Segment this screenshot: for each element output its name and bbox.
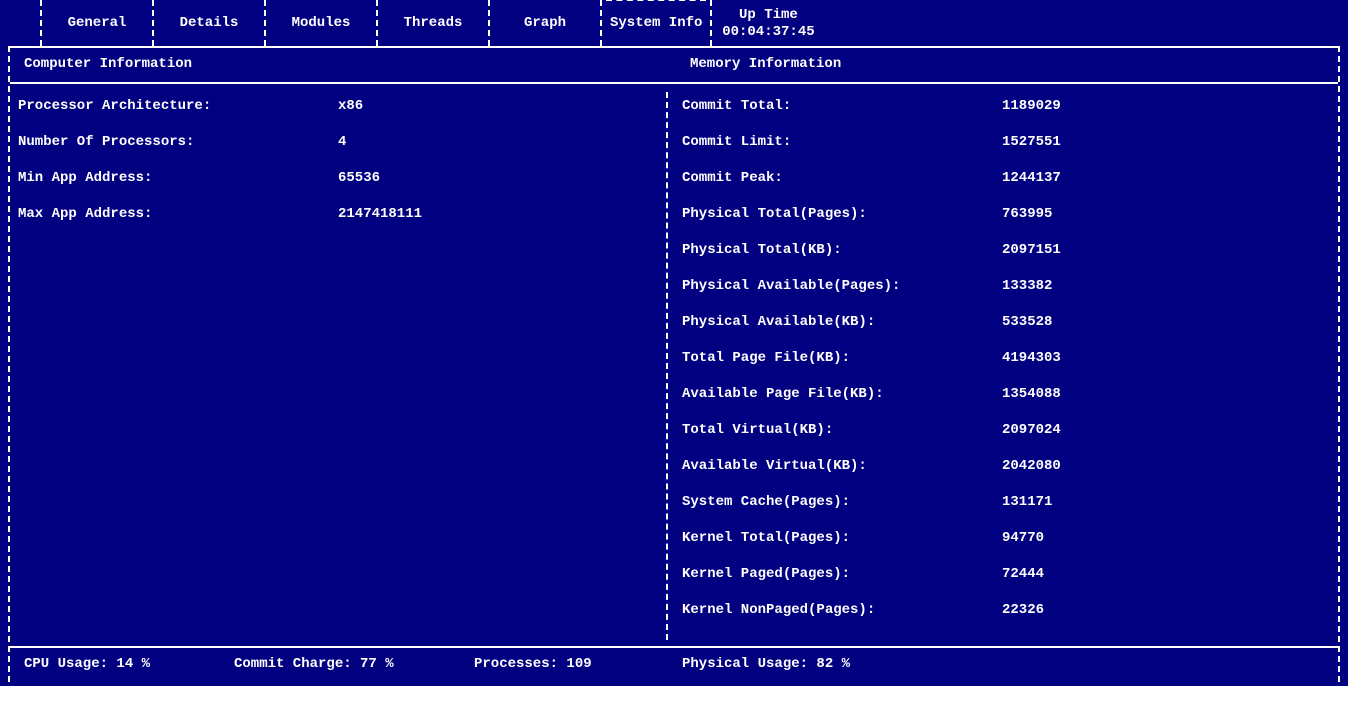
info-row: Commit Total: 1189029: [682, 98, 1322, 134]
info-label: Kernel Paged(Pages):: [682, 566, 1002, 582]
info-value: 2097151: [1002, 242, 1061, 258]
tab-label: Up Time: [739, 6, 798, 24]
status-procs: Processes: 109: [474, 656, 682, 680]
status-cpu: CPU Usage: 14 %: [24, 656, 234, 680]
info-label: Physical Total(Pages):: [682, 206, 1002, 222]
info-label: Kernel NonPaged(Pages):: [682, 602, 1002, 618]
info-value: 2097024: [1002, 422, 1061, 438]
app-window: General Details Modules Threads Graph Sy…: [0, 0, 1348, 686]
info-label: Total Virtual(KB):: [682, 422, 1002, 438]
tab-label: System Info: [610, 14, 702, 32]
info-label: Min App Address:: [18, 170, 338, 186]
status-bar: CPU Usage: 14 % Commit Charge: 77 % Proc…: [24, 656, 1336, 680]
divider: [10, 646, 1338, 648]
info-label: Physical Total(KB):: [682, 242, 1002, 258]
tab-label: General: [68, 14, 127, 32]
info-row: Total Virtual(KB): 2097024: [682, 422, 1322, 458]
info-value: 533528: [1002, 314, 1052, 330]
tab-general[interactable]: General: [40, 0, 152, 46]
info-label: Processor Architecture:: [18, 98, 338, 114]
info-value: 1354088: [1002, 386, 1061, 402]
tab-label: Modules: [292, 14, 351, 32]
info-value: 1189029: [1002, 98, 1061, 114]
info-row: Kernel Paged(Pages): 72444: [682, 566, 1322, 602]
info-value: 2147418111: [338, 206, 422, 222]
tab-graph[interactable]: Graph: [488, 0, 600, 46]
info-row: Min App Address: 65536: [18, 170, 658, 206]
info-label: Available Virtual(KB):: [682, 458, 1002, 474]
section-headers: Computer Information Memory Information: [0, 56, 1348, 80]
info-row: Commit Limit: 1527551: [682, 134, 1322, 170]
tab-modules[interactable]: Modules: [264, 0, 376, 46]
info-label: Commit Peak:: [682, 170, 1002, 186]
info-row: Available Page File(KB): 1354088: [682, 386, 1322, 422]
info-row: Max App Address: 2147418111: [18, 206, 658, 242]
divider: [10, 82, 1338, 84]
tab-label: Details: [180, 14, 239, 32]
memory-info-panel: Commit Total: 1189029 Commit Limit: 1527…: [682, 98, 1322, 638]
info-label: Total Page File(KB):: [682, 350, 1002, 366]
tab-details[interactable]: Details: [152, 0, 264, 46]
info-value: x86: [338, 98, 363, 114]
info-value: 1527551: [1002, 134, 1061, 150]
info-value: 4: [338, 134, 346, 150]
status-physical: Physical Usage: 82 %: [682, 656, 850, 680]
tab-label: Threads: [404, 14, 463, 32]
tab-threads[interactable]: Threads: [376, 0, 488, 46]
info-label: Max App Address:: [18, 206, 338, 222]
info-label: Commit Total:: [682, 98, 1002, 114]
info-value: 22326: [1002, 602, 1044, 618]
info-value: 131171: [1002, 494, 1052, 510]
info-row: Physical Total(Pages): 763995: [682, 206, 1322, 242]
divider: [10, 46, 1338, 48]
info-value: 94770: [1002, 530, 1044, 546]
info-value: 763995: [1002, 206, 1052, 222]
content-area: Processor Architecture: x86 Number Of Pr…: [0, 98, 1348, 632]
info-row: System Cache(Pages): 131171: [682, 494, 1322, 530]
info-value: 65536: [338, 170, 380, 186]
info-value: 72444: [1002, 566, 1044, 582]
section-title-computer: Computer Information: [24, 56, 192, 72]
info-row: Total Page File(KB): 4194303: [682, 350, 1322, 386]
info-label: System Cache(Pages):: [682, 494, 1002, 510]
info-row: Available Virtual(KB): 2042080: [682, 458, 1322, 494]
up-time-value: 00:04:37:45: [722, 24, 814, 40]
tab-system-info[interactable]: System Info: [600, 0, 712, 46]
info-row: Number Of Processors: 4: [18, 134, 658, 170]
section-title-memory: Memory Information: [690, 56, 841, 72]
info-label: Available Page File(KB):: [682, 386, 1002, 402]
info-row: Commit Peak: 1244137: [682, 170, 1322, 206]
info-label: Kernel Total(Pages):: [682, 530, 1002, 546]
info-row: Physical Total(KB): 2097151: [682, 242, 1322, 278]
status-commit: Commit Charge: 77 %: [234, 656, 474, 680]
info-row: Processor Architecture: x86: [18, 98, 658, 134]
info-value: 133382: [1002, 278, 1052, 294]
info-row: Physical Available(Pages): 133382: [682, 278, 1322, 314]
computer-info-panel: Processor Architecture: x86 Number Of Pr…: [18, 98, 658, 242]
info-value: 2042080: [1002, 458, 1061, 474]
info-label: Physical Available(KB):: [682, 314, 1002, 330]
info-label: Number Of Processors:: [18, 134, 338, 150]
info-row: Physical Available(KB): 533528: [682, 314, 1322, 350]
tab-bar: General Details Modules Threads Graph Sy…: [0, 0, 1348, 46]
info-value: 1244137: [1002, 170, 1061, 186]
info-label: Commit Limit:: [682, 134, 1002, 150]
info-value: 4194303: [1002, 350, 1061, 366]
info-label: Physical Available(Pages):: [682, 278, 1002, 294]
tab-label: Graph: [524, 14, 566, 32]
info-row: Kernel NonPaged(Pages): 22326: [682, 602, 1322, 638]
info-row: Kernel Total(Pages): 94770: [682, 530, 1322, 566]
tab-up-time[interactable]: Up Time 00:04:37:45: [712, 0, 824, 46]
